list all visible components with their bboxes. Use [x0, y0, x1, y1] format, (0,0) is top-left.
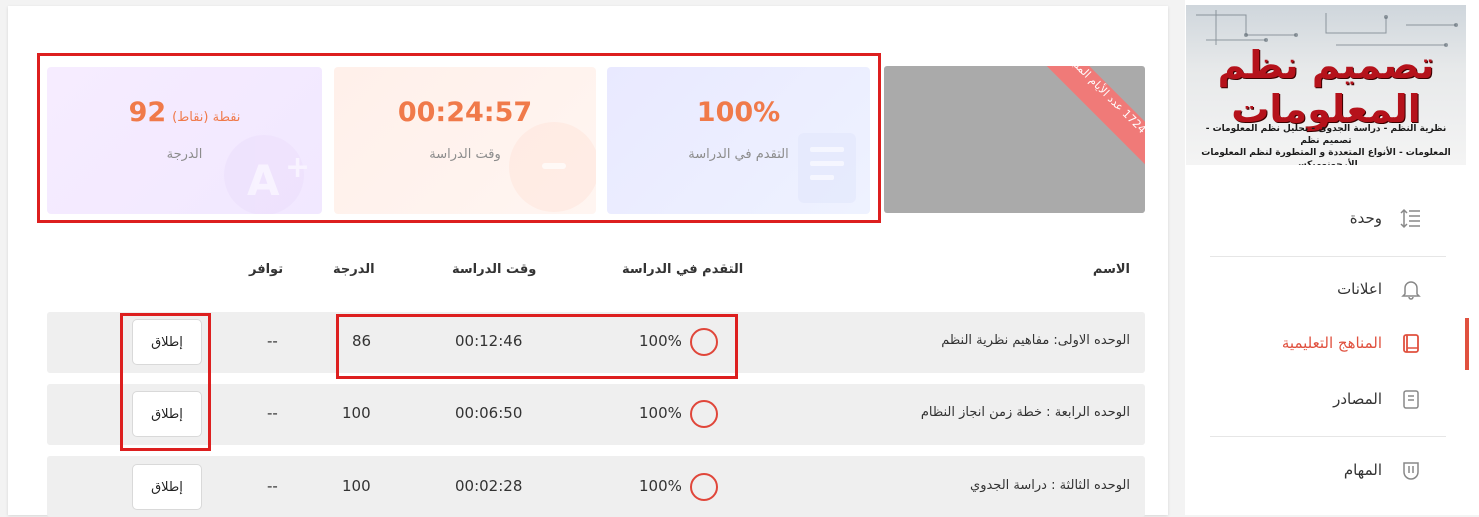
cover-subtitle-line: نظرية النظم - دراسة الجدوى - تحليل نظم ا… [1205, 124, 1447, 146]
active-indicator [1465, 318, 1469, 370]
header-progress: التقدم في الدراسة [622, 262, 744, 277]
row-highlight-frame [336, 314, 738, 379]
table-row: الوحده الثالثة : دراسة الجدوي 100% 00:02… [47, 456, 1145, 517]
availability-cell: -- [267, 404, 278, 422]
launch-button[interactable]: إطلاق [132, 464, 202, 510]
grade-cell: 100 [342, 477, 371, 495]
unit-name: الوحده الثالثة : دراسة الجدوي [970, 478, 1130, 493]
table-row: الوحده الرابعة : خطة زمن انجاز النظام 10… [47, 384, 1145, 445]
availability-cell: -- [267, 477, 278, 495]
study-time-cell: 00:06:50 [455, 404, 523, 422]
progress-percent: 100% [639, 404, 682, 422]
cover-title: تصميم نظم المعلومات [1217, 43, 1436, 131]
cover-subtitle: نظرية النظم - دراسة الجدوى - تحليل نظم ا… [1192, 123, 1460, 165]
course-cover-image: تصميم نظم المعلومات نظرية النظم - دراسة … [1186, 5, 1466, 165]
book-icon [1403, 334, 1419, 353]
unit-name: الوحده الاولى: مفاهيم نظرية النظم [941, 333, 1130, 348]
progress-percent: 100% [639, 477, 682, 495]
sidebar-item-announcements[interactable]: اعلانات [1210, 275, 1450, 305]
study-time-cell: 00:02:28 [455, 477, 523, 495]
sidebar-item-label: وحدة [1349, 209, 1382, 227]
sidebar-item-curricula[interactable]: المناهج التعليمية [1210, 329, 1450, 359]
header-grade: الدرجة [333, 262, 375, 277]
sidebar-item-unit[interactable]: وحدة [1210, 204, 1450, 234]
unit-name: الوحده الرابعة : خطة زمن انجاز النظام [920, 405, 1130, 420]
sidebar-item-label: المناهج التعليمية [1281, 334, 1382, 352]
resources-icon [1403, 390, 1419, 409]
shield-icon [1403, 462, 1419, 480]
header-study-time: وقت الدراسة [452, 262, 537, 277]
cover-subtitle-line: المعلومات - الأنواع المتعددة و المتطورة … [1201, 148, 1451, 165]
days-remaining-ribbon: 1724 عدد الأيام المتبقية [1024, 66, 1145, 172]
header-name: الاسم [1092, 262, 1130, 277]
sidebar-item-label: المهام [1343, 461, 1382, 479]
grade-cell: 100 [342, 404, 371, 422]
progress-ring-icon [690, 473, 718, 501]
divider [1210, 436, 1446, 437]
sidebar-item-label: اعلانات [1337, 280, 1382, 298]
list-order-icon [1400, 208, 1420, 229]
divider [1210, 256, 1446, 257]
stats-highlight-frame [37, 53, 881, 223]
sidebar-item-tasks[interactable]: المهام [1210, 456, 1450, 486]
header-availability: توافر [249, 262, 284, 277]
sidebar-item-label: المصادر [1333, 390, 1382, 408]
availability-cell: -- [267, 332, 278, 350]
bell-icon [1401, 281, 1421, 300]
progress-ring-icon [690, 400, 718, 428]
course-banner: 1724 عدد الأيام المتبقية [884, 66, 1145, 213]
sidebar-item-resources[interactable]: المصادر [1210, 385, 1450, 415]
launch-highlight-frame [120, 313, 211, 451]
